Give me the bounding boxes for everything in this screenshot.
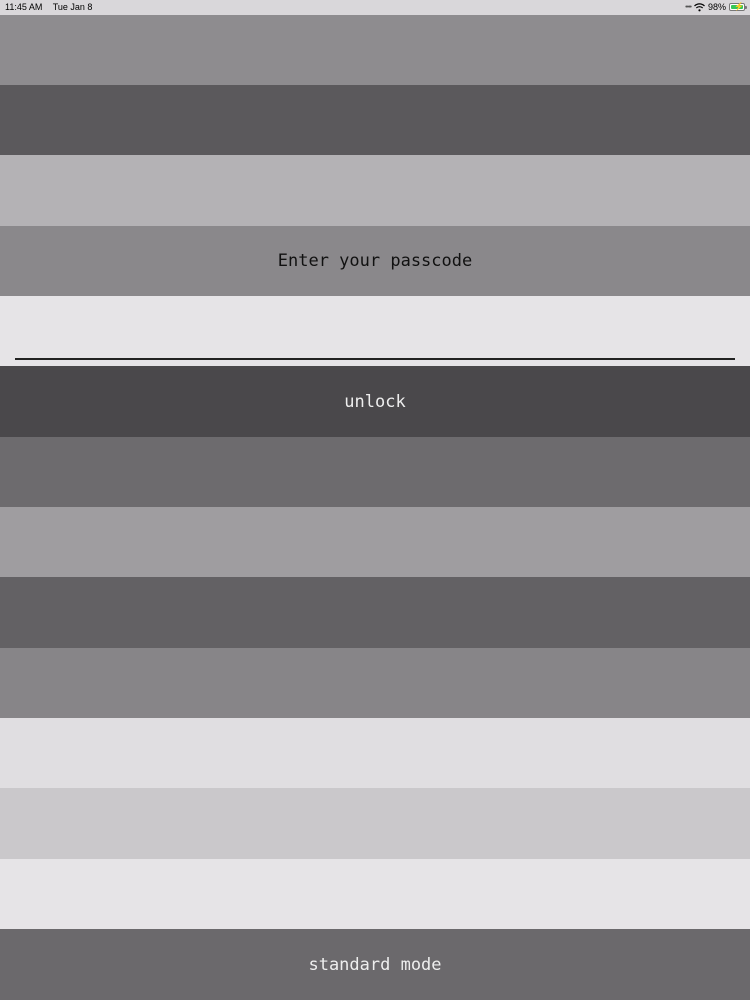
charging-bolt-icon: ⚡ (734, 2, 744, 11)
band-1 (0, 15, 750, 85)
passcode-input[interactable] (15, 326, 735, 360)
band-7 (0, 437, 750, 507)
battery-percent: 98% (707, 2, 726, 12)
status-left: 11:45 AM Tue Jan 8 (5, 2, 100, 12)
unlock-button[interactable]: unlock (0, 366, 750, 437)
status-time: 11:45 AM (5, 2, 43, 12)
band-10 (0, 648, 750, 718)
status-bar: 11:45 AM Tue Jan 8 •••• 98% ⚡ (0, 0, 750, 15)
status-right: •••• 98% ⚡ (685, 2, 747, 12)
status-date: Tue Jan 8 (52, 2, 93, 12)
band-2 (0, 85, 750, 155)
battery-charging-icon: ⚡ (729, 2, 747, 11)
standard-mode-button[interactable]: standard mode (0, 929, 750, 1000)
passcode-input-band (0, 296, 750, 366)
band-12 (0, 788, 750, 859)
passcode-prompt-band: Enter your passcode (0, 226, 750, 296)
signal-dots-icon: •••• (685, 3, 692, 11)
wifi-icon (694, 2, 705, 12)
band-8 (0, 507, 750, 577)
band-11 (0, 718, 750, 788)
band-3 (0, 155, 750, 226)
band-9 (0, 577, 750, 648)
standard-mode-label: standard mode (308, 954, 442, 975)
band-13 (0, 859, 750, 929)
unlock-button-label: unlock (344, 391, 406, 412)
passcode-prompt: Enter your passcode (277, 251, 473, 271)
